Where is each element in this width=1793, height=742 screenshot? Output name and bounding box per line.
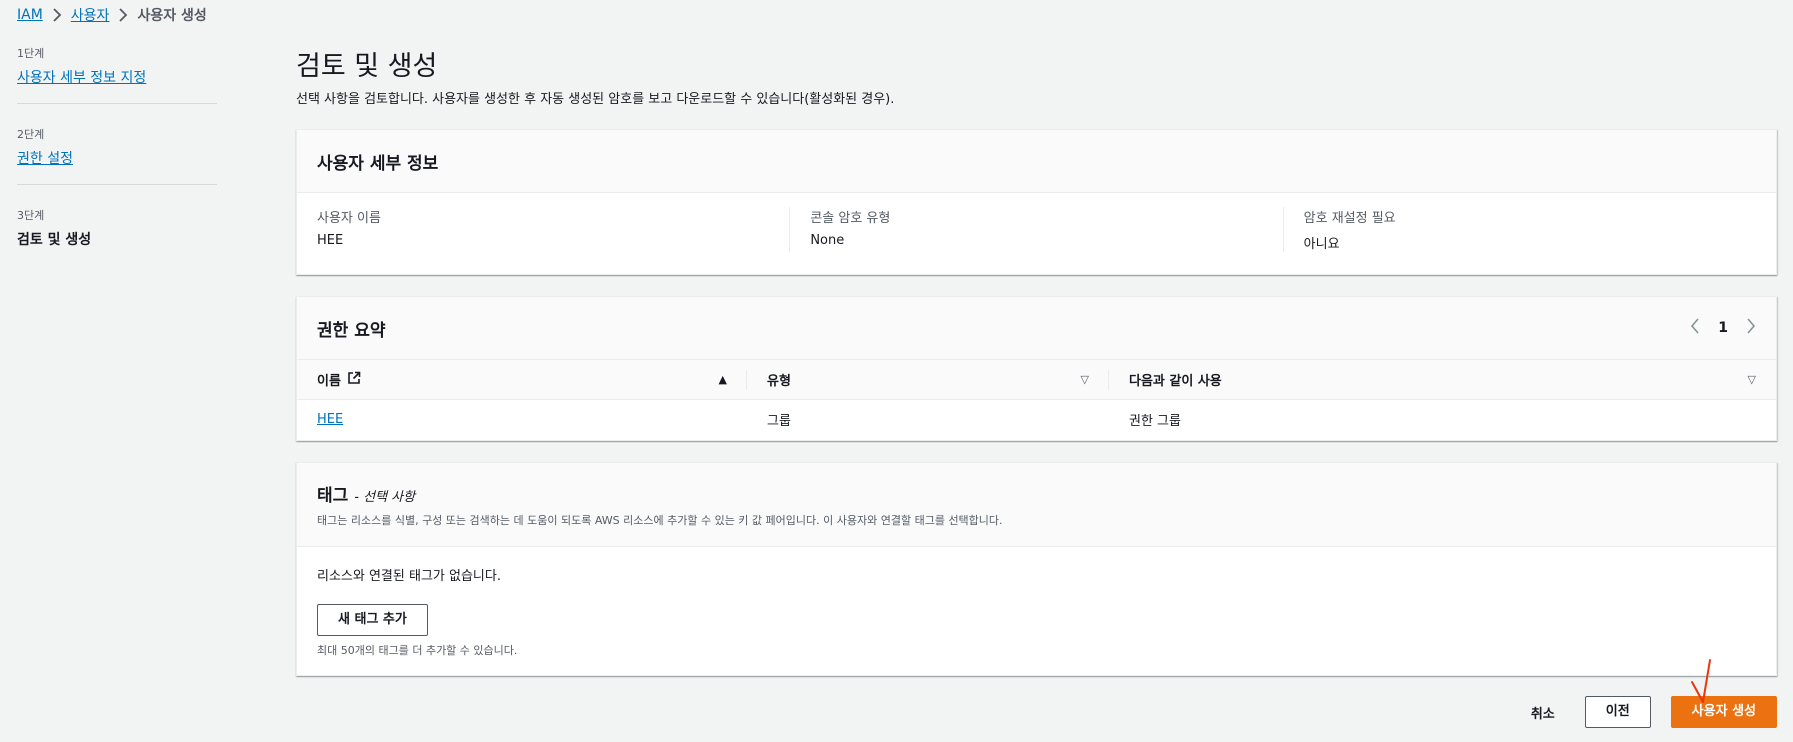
column-header-type[interactable]: 유형 ▽ [747,359,1109,400]
chevron-left-icon[interactable] [1690,318,1700,338]
table-header-row: 이름 ▲ 유형 ▽ 다음과 같이 사용 ▽ [297,359,1776,400]
chevron-right-icon [109,5,137,25]
tags-body: 리소스와 연결된 태그가 없습니다. 새 태그 추가 최대 50개의 태그를 더… [297,547,1776,676]
detail-label: 사용자 이름 [317,211,381,226]
breadcrumb-users-link[interactable]: 사용자 [71,5,110,25]
step-current-review: 검토 및 생성 [17,232,92,248]
panel-header: 사용자 세부 정보 [297,130,1776,193]
detail-label: 암호 재설정 필요 [1303,211,1396,226]
breadcrumb-iam-link[interactable]: IAM [17,7,43,23]
wizard-steps: 1단계 사용자 세부 정보 지정 2단계 권한 설정 3단계 검토 및 생성 [17,45,217,287]
page-number[interactable]: 1 [1718,320,1728,336]
wizard-actions: 취소 이전 사용자 생성 [1521,696,1777,728]
wizard-step-2: 2단계 권한 설정 [17,126,217,185]
panel-header: 태그 - 선택 사항 태그는 리소스를 식별, 구성 또는 검색하는 데 도움이… [297,463,1776,547]
permissions-summary-panel: 권한 요약 1 이름 ▲ 유형 ▽ 다음과 같이 사용 ▽ HEE 그룹 권한 … [296,296,1777,441]
chevron-right-icon [43,5,71,25]
panel-header: 권한 요약 1 [297,297,1776,359]
step-link-user-details[interactable]: 사용자 세부 정보 지정 [17,70,146,86]
tags-title-row: 태그 - 선택 사항 [317,481,1756,506]
page-description: 선택 사항을 검토합니다. 사용자를 생성한 후 자동 생성된 암호를 보고 다… [296,92,895,107]
step-number: 1단계 [17,47,45,60]
column-label: 다음과 같이 사용 [1129,374,1222,389]
tags-limit-hint: 최대 50개의 태그를 더 추가할 수 있습니다. [317,644,518,657]
column-header-used-as[interactable]: 다음과 같이 사용 ▽ [1109,359,1776,400]
cell-used-as: 권한 그룹 [1129,414,1181,430]
column-label: 이름 [317,374,341,389]
tags-panel: 태그 - 선택 사항 태그는 리소스를 식별, 구성 또는 검색하는 데 도움이… [296,462,1777,676]
external-link-icon [347,371,361,389]
optional-label: - 선택 사항 [354,490,416,505]
detail-label: 콘솔 암호 유형 [810,211,891,226]
cell-type: 그룹 [767,414,791,430]
detail-console-password-type: 콘솔 암호 유형 None [789,207,1282,252]
add-tag-button[interactable]: 새 태그 추가 [317,604,428,636]
wizard-step-3: 3단계 검토 및 생성 [17,207,217,265]
create-user-button[interactable]: 사용자 생성 [1670,696,1777,728]
step-link-permissions[interactable]: 권한 설정 [17,151,73,167]
detail-value: None [810,233,845,248]
user-details-panel: 사용자 세부 정보 사용자 이름 HEE 콘솔 암호 유형 None 암호 재설… [296,129,1777,275]
detail-value: 아니요 [1303,237,1340,252]
breadcrumb: IAM 사용자 사용자 생성 [17,5,207,25]
permissions-table: 이름 ▲ 유형 ▽ 다음과 같이 사용 ▽ HEE 그룹 권한 그룹 [297,359,1776,440]
cancel-button[interactable]: 취소 [1521,703,1565,722]
detail-value: HEE [317,233,344,248]
detail-password-reset: 암호 재설정 필요 아니요 [1282,207,1776,252]
column-label: 유형 [767,374,791,389]
sort-descending-icon: ▽ [1080,373,1089,386]
column-header-name[interactable]: 이름 ▲ [297,359,747,400]
tags-description: 태그는 리소스를 식별, 구성 또는 검색하는 데 도움이 되도록 AWS 리소… [317,514,1003,527]
table-row: HEE 그룹 권한 그룹 [297,400,1776,440]
sort-descending-icon: ▽ [1747,373,1756,386]
chevron-right-icon[interactable] [1746,318,1756,338]
pagination: 1 [1690,318,1756,338]
sort-ascending-icon: ▲ [718,373,727,386]
detail-columns: 사용자 이름 HEE 콘솔 암호 유형 None 암호 재설정 필요 아니요 [297,193,1776,266]
step-number: 2단계 [17,128,45,141]
previous-button[interactable]: 이전 [1584,696,1651,728]
policy-name-link[interactable]: HEE [317,412,343,427]
breadcrumb-current: 사용자 생성 [137,8,207,24]
panel-title: 권한 요약 [317,320,386,341]
detail-username: 사용자 이름 HEE [297,207,789,252]
step-number: 3단계 [17,209,45,222]
panel-title: 사용자 세부 정보 [317,153,439,174]
wizard-step-1: 1단계 사용자 세부 정보 지정 [17,45,217,104]
panel-title: 태그 [317,486,349,506]
page-title: 검토 및 생성 [296,51,438,82]
tags-empty-message: 리소스와 연결된 태그가 없습니다. [317,569,501,584]
